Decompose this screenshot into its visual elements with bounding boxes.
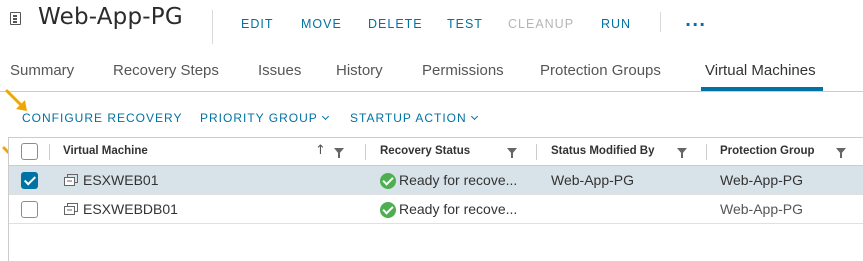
run-button[interactable]: RUN [601, 17, 631, 31]
configure-recovery-label: CONFIGURE RECOVERY [22, 111, 183, 125]
recovery-status: Ready for recove... [399, 201, 518, 217]
grid-toolbar: CONFIGURE RECOVERY PRIORITY GROUP STARTU… [0, 100, 863, 134]
protection-group: Web-App-PG [720, 172, 803, 188]
virtual-machine-icon [64, 174, 78, 186]
tab-history[interactable]: History [336, 62, 383, 79]
row-checkbox[interactable] [21, 172, 38, 189]
priority-group-label: PRIORITY GROUP [200, 111, 318, 125]
move-button[interactable]: MOVE [301, 17, 342, 31]
cleanup-button[interactable]: CLEANUP [508, 17, 574, 31]
vm-name[interactable]: ESXWEB01 [83, 172, 158, 188]
table-row[interactable]: ESXWEB01 Ready for recove... Web-App-PG … [9, 166, 863, 195]
test-button[interactable]: TEST [447, 17, 483, 31]
tab-issues[interactable]: Issues [258, 62, 301, 79]
column-separator [536, 144, 537, 160]
status-ok-icon [380, 202, 396, 218]
configure-recovery-button[interactable]: CONFIGURE RECOVERY [22, 111, 182, 125]
active-tab-indicator [701, 87, 823, 91]
filter-icon[interactable] [334, 148, 344, 158]
more-actions-icon[interactable]: ··· [685, 15, 706, 34]
chevron-down-icon [321, 112, 329, 121]
row-checkbox[interactable] [21, 201, 38, 218]
grid-header: Virtual Machine ↑ Recovery Status Status… [9, 138, 863, 166]
chevron-down-icon [470, 112, 478, 121]
filter-icon[interactable] [677, 148, 687, 158]
tab-recovery-steps[interactable]: Recovery Steps [113, 62, 219, 79]
sort-ascending-icon[interactable]: ↑ [315, 143, 326, 158]
column-separator [706, 144, 707, 160]
page-header: Web-App-PG EDIT MOVE DELETE TEST CLEANUP… [0, 0, 863, 48]
select-all-checkbox[interactable] [21, 143, 38, 160]
priority-group-dropdown[interactable]: PRIORITY GROUP [200, 111, 329, 125]
column-header-protection-group[interactable]: Protection Group [720, 145, 815, 157]
header-divider [660, 12, 661, 32]
status-modified-by: Web-App-PG [551, 172, 634, 188]
delete-button[interactable]: DELETE [368, 17, 423, 31]
column-header-virtual-machine[interactable]: Virtual Machine [63, 145, 148, 157]
recovery-plan-icon [10, 12, 21, 25]
tab-summary[interactable]: Summary [10, 62, 74, 79]
startup-action-label: STARTUP ACTION [350, 111, 467, 125]
page-title: Web-App-PG [38, 4, 183, 30]
column-header-status-modified-by[interactable]: Status Modified By [551, 145, 655, 157]
startup-action-dropdown[interactable]: STARTUP ACTION [350, 111, 478, 125]
virtual-machine-icon [64, 203, 78, 215]
vm-name[interactable]: ESXWEBDB01 [83, 201, 178, 217]
virtual-machines-grid: Virtual Machine ↑ Recovery Status Status… [8, 137, 863, 261]
column-separator [365, 144, 366, 160]
tab-bar: Summary Recovery Steps Issues History Pe… [0, 50, 863, 92]
filter-icon[interactable] [507, 148, 517, 158]
tab-protection-groups[interactable]: Protection Groups [540, 62, 661, 79]
protection-group: Web-App-PG [720, 201, 803, 217]
filter-icon[interactable] [836, 148, 846, 158]
header-divider [212, 10, 213, 44]
edit-button[interactable]: EDIT [241, 17, 273, 31]
tab-virtual-machines[interactable]: Virtual Machines [705, 62, 816, 79]
status-ok-icon [380, 173, 396, 189]
table-row[interactable]: ESXWEBDB01 Ready for recove... Web-App-P… [9, 195, 863, 224]
column-header-recovery-status[interactable]: Recovery Status [380, 145, 470, 157]
column-separator [49, 144, 50, 160]
tab-permissions[interactable]: Permissions [422, 62, 504, 79]
recovery-status: Ready for recove... [399, 172, 518, 188]
